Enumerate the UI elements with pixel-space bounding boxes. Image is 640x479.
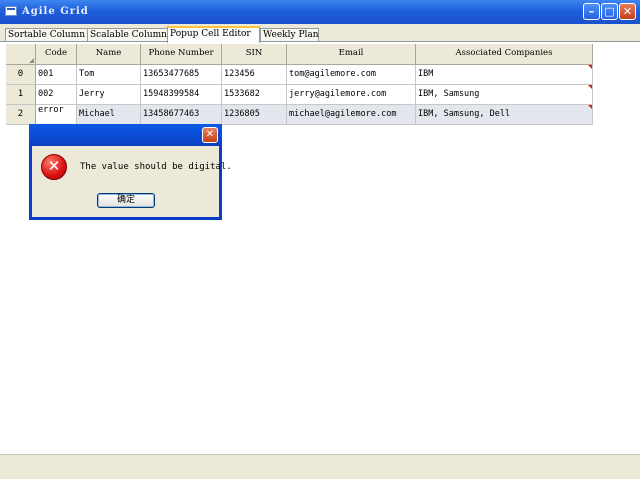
popup-editor-marker-icon [588, 85, 592, 89]
cell-name[interactable]: Jerry [77, 85, 141, 105]
ok-button[interactable]: 确定 [97, 193, 155, 208]
error-icon: ✕ [41, 154, 67, 180]
status-bar [0, 454, 640, 479]
cell-phone[interactable]: 13653477685 [141, 65, 222, 85]
popup-editor-marker-icon [588, 105, 592, 109]
window-title: Agile Grid [22, 6, 89, 17]
close-window-button[interactable]: ✕ [619, 3, 636, 20]
tab-strip: Sortable Column Scalable Column Popup Ce… [0, 24, 640, 43]
cell-email[interactable]: michael@agilemore.com [287, 105, 416, 125]
maximize-button[interactable]: □ [601, 3, 618, 20]
row-header[interactable]: 0 [6, 65, 36, 85]
cell-name[interactable]: Tom [77, 65, 141, 85]
cell-code-editor[interactable]: error [36, 105, 77, 125]
window-titlebar: Agile Grid – □ ✕ [0, 0, 640, 24]
error-dialog: ✕ ✕ The value should be digital. 确定 [29, 124, 232, 220]
dialog-titlebar[interactable]: ✕ [29, 124, 222, 146]
cell-sin[interactable]: 123456 [222, 65, 287, 85]
cell-companies-text: IBM, Samsung, Dell [418, 109, 511, 119]
tab-popup-cell-editor[interactable]: Popup Cell Editor [167, 26, 260, 43]
corner-triangle-icon [29, 58, 34, 63]
dialog-close-button[interactable]: ✕ [202, 127, 218, 143]
cell-companies[interactable]: IBM, Samsung [416, 85, 593, 105]
cell-code[interactable]: 001 [36, 65, 77, 85]
row-header[interactable]: 1 [6, 85, 36, 105]
column-header-sin[interactable]: SIN [222, 44, 287, 65]
cell-phone[interactable]: 15948399584 [141, 85, 222, 105]
cell-companies-text: IBM [418, 69, 434, 79]
dialog-message: The value should be digital. [80, 162, 232, 172]
cell-email[interactable]: tom@agilemore.com [287, 65, 416, 85]
cell-companies[interactable]: IBM, Samsung, Dell [416, 105, 593, 125]
cell-companies-text: IBM, Samsung [418, 89, 480, 99]
cell-sin[interactable]: 1236805 [222, 105, 287, 125]
cell-name[interactable]: Michael [77, 105, 141, 125]
column-header-companies[interactable]: Associated Companies [416, 44, 593, 65]
column-header-code[interactable]: Code [36, 44, 77, 65]
cell-code[interactable]: 002 [36, 85, 77, 105]
tab-scalable-column[interactable]: Scalable Column [87, 28, 168, 42]
cell-sin[interactable]: 1533682 [222, 85, 287, 105]
column-header-name[interactable]: Name [77, 44, 141, 65]
app-window-icon [5, 6, 17, 16]
column-header-email[interactable]: Email [287, 44, 416, 65]
popup-editor-marker-icon [588, 65, 592, 69]
content-panel: Code Name Phone Number SIN Email Associa… [0, 41, 640, 455]
tab-sortable-column[interactable]: Sortable Column [5, 28, 88, 42]
tab-weekly-plan[interactable]: Weekly Plan [260, 28, 319, 42]
minimize-button[interactable]: – [583, 3, 600, 20]
cell-email[interactable]: jerry@agilemore.com [287, 85, 416, 105]
column-header-phone[interactable]: Phone Number [141, 44, 222, 65]
row-header[interactable]: 2 [6, 105, 36, 125]
cell-phone[interactable]: 13458677463 [141, 105, 222, 125]
cell-companies[interactable]: IBM [416, 65, 593, 85]
grid-corner-header [6, 44, 36, 65]
